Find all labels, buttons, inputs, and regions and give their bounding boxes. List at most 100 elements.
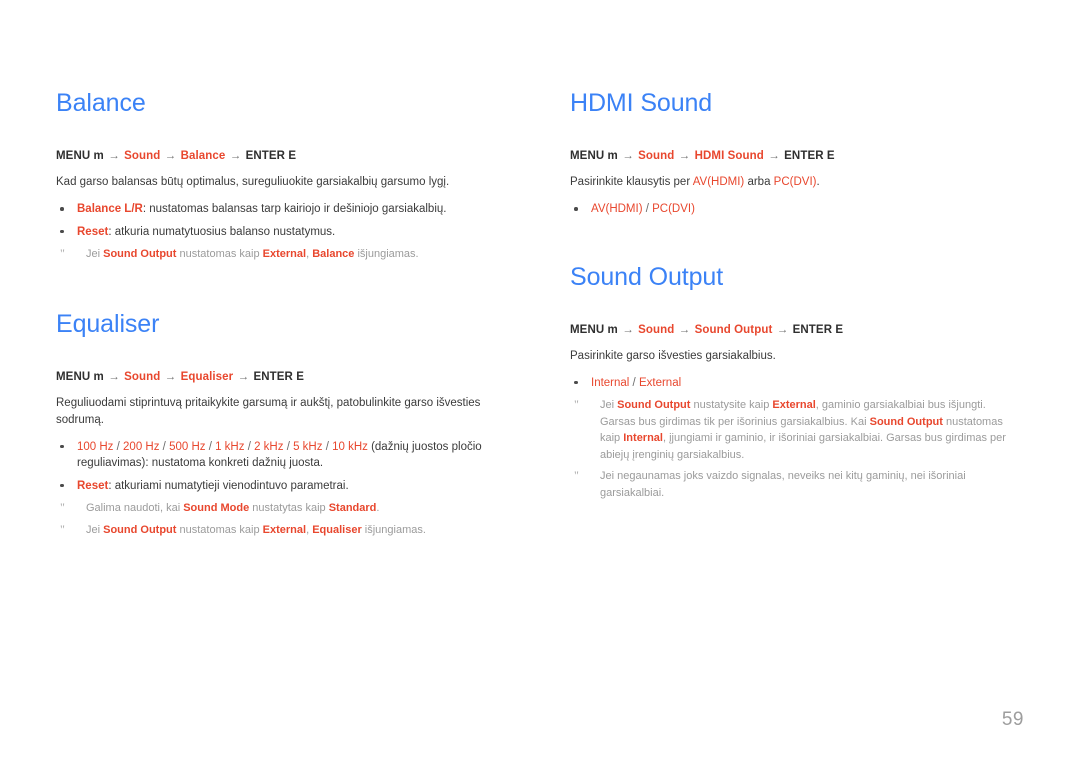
arrow-icon: → [678,150,691,162]
text-run: . [376,502,380,514]
note: " Jei negaunamas joks vaizdo signalas, ne… [570,468,1024,501]
bullet-list-balance: Balance L/R: nustatomas balansas tarp ka… [56,201,510,240]
text-run: Jei [600,399,618,411]
option-label: Internal [623,432,663,444]
option-label: Sound Output [617,399,691,411]
bullet-list-sound-output: Internal / External [570,375,1024,392]
option-label: Sound Mode [183,502,250,514]
frequency-option: 200 Hz [123,440,160,453]
option-label: Sound Output [103,523,177,536]
option-label: Balance [312,248,355,260]
menu-item-sound: Sound [124,370,161,383]
option-label: Reset [77,225,109,238]
menu-path-suffix: ENTER E [792,323,844,336]
text-run: nustatysite kaip [690,399,773,411]
frequency-options: 100 Hz / 200 Hz / 500 Hz / 1 kHz / 2 kHz… [77,441,482,470]
page-title-sound-output: Sound Output [570,262,724,291]
list-item-sound-output-options: Internal / External [570,375,1024,392]
arrow-icon: → [622,150,634,162]
note-marker-icon: " [60,246,65,260]
option-av-hdmi: AV(HDMI) [591,203,643,215]
option-description: : atkuriami numatytieji vienodintuvo par… [108,479,349,492]
left-column: Balance MENU m → Sound → Balance → ENTER… [56,88,510,543]
menu-path-prefix: MENU m [570,150,618,162]
option-label: AV(HDMI) [692,176,745,188]
option-label: External [262,248,307,260]
section-balance: Balance MENU m → Sound → Balance → ENTER… [56,88,510,263]
menu-path-suffix: ENTER E [253,370,305,383]
list-item: Reset: atkuria numatytuosius balanso nus… [56,224,510,241]
menu-item-equaliser: Equaliser [180,370,234,383]
list-item: Balance L/R: nustatomas balansas tarp ka… [56,201,510,218]
option-label: Equaliser [312,523,362,536]
arrow-icon: → [108,370,120,383]
menu-path-suffix: ENTER E [245,150,297,162]
arrow-icon: → [776,323,789,336]
text-run: nustatytas kaip [249,502,329,514]
bullet-list-hdmi-sound: AV(HDMI) / PC(DVI) [570,201,1024,218]
bullet-list-equaliser: 100 Hz / 200 Hz / 500 Hz / 1 kHz / 2 kHz… [56,439,510,472]
note-list-equaliser: " Galima naudoti, kai Sound Mode nustatyt… [56,500,510,538]
option-separator: / [642,203,653,215]
text-run: Jei [86,523,104,536]
frequency-option: 500 Hz [169,440,206,453]
option-label: External [772,399,816,411]
menu-item-sound-output: Sound Output [694,323,773,336]
menu-path-prefix: MENU m [570,323,618,336]
section-equaliser: Equaliser MENU m → Sound → Equaliser → E… [56,309,510,539]
note-list-sound-output: " Jei Sound Output nustatysite kaip Exter… [570,397,1024,501]
option-label: PC(DVI) [773,176,817,188]
option-separator: / [283,440,294,453]
menu-path-prefix: MENU m [56,370,104,383]
text-run: Galima naudoti, kai [86,502,184,514]
text-run: Jei negaunamas joks vaizdo signalas, nev… [600,470,966,499]
arrow-icon: → [164,150,177,162]
list-item: Reset: atkuriami numatytieji vienodintuv… [56,478,510,495]
section-sound-output: Sound Output MENU m → Sound → Sound Outp… [570,262,1024,502]
frequency-option: 10 kHz [332,440,368,453]
option-label: Sound Output [103,248,177,260]
two-column-body: Balance MENU m → Sound → Balance → ENTER… [56,88,1024,543]
page-title-balance: Balance [56,89,146,117]
option-label: Standard [328,502,377,514]
menu-item-sound: Sound [638,323,675,336]
note-marker-icon: " [60,500,65,514]
option-label: Reset [77,479,109,492]
note: " Jei Sound Output nustatysite kaip Exter… [570,397,1024,463]
note: " Jei Sound Output nustatomas kaip Extern… [56,246,510,263]
text-run: nustatomas kaip [176,523,263,536]
note: " Galima naudoti, kai Sound Mode nustatyt… [56,500,510,517]
arrow-icon: → [237,370,250,383]
bullet-dot-icon [60,207,64,211]
text-run: Pasirinkite klausytis per [570,176,693,188]
intro-text-hdmi-sound: Pasirinkite klausytis per AV(HDMI) arba … [570,174,1024,191]
option-separator: / [322,440,333,453]
menu-path-hdmi-sound: MENU m → Sound → HDMI Sound → ENTER E [570,148,1024,165]
option-description: : atkuria numatytuosius balanso nustatym… [108,225,336,238]
frequency-option: 100 Hz [77,440,114,453]
arrow-icon: → [768,150,780,162]
option-description: : nustatomas balansas tarp kairiojo ir d… [142,203,447,215]
arrow-icon: → [108,150,120,162]
menu-item-balance: Balance [180,150,226,162]
arrow-icon: → [164,370,177,383]
intro-text-equaliser: Reguliuodami stiprintuvą pritaikykite ga… [56,396,481,426]
arrow-icon: → [229,150,242,162]
menu-path-prefix: MENU m [56,150,104,162]
menu-item-sound: Sound [124,150,161,162]
option-external: External [638,376,682,389]
note-marker-icon: " [574,397,579,411]
bullet-dot-icon [574,207,578,211]
bullet-dot-icon [60,483,64,487]
bullet-dot-icon [60,444,64,448]
option-separator: / [629,376,639,389]
arrow-icon: → [678,323,691,336]
menu-path-suffix: ENTER E [784,150,835,162]
option-label: Sound Output [869,415,943,428]
option-label: External [262,523,307,536]
option-label: Balance L/R [77,203,143,215]
note-marker-icon: " [574,468,579,482]
menu-path-sound-output: MENU m → Sound → Sound Output → ENTER E [570,322,1024,339]
list-item-frequencies: 100 Hz / 200 Hz / 500 Hz / 1 kHz / 2 kHz… [56,439,510,472]
list-item-hdmi-options: AV(HDMI) / PC(DVI) [570,201,1024,218]
